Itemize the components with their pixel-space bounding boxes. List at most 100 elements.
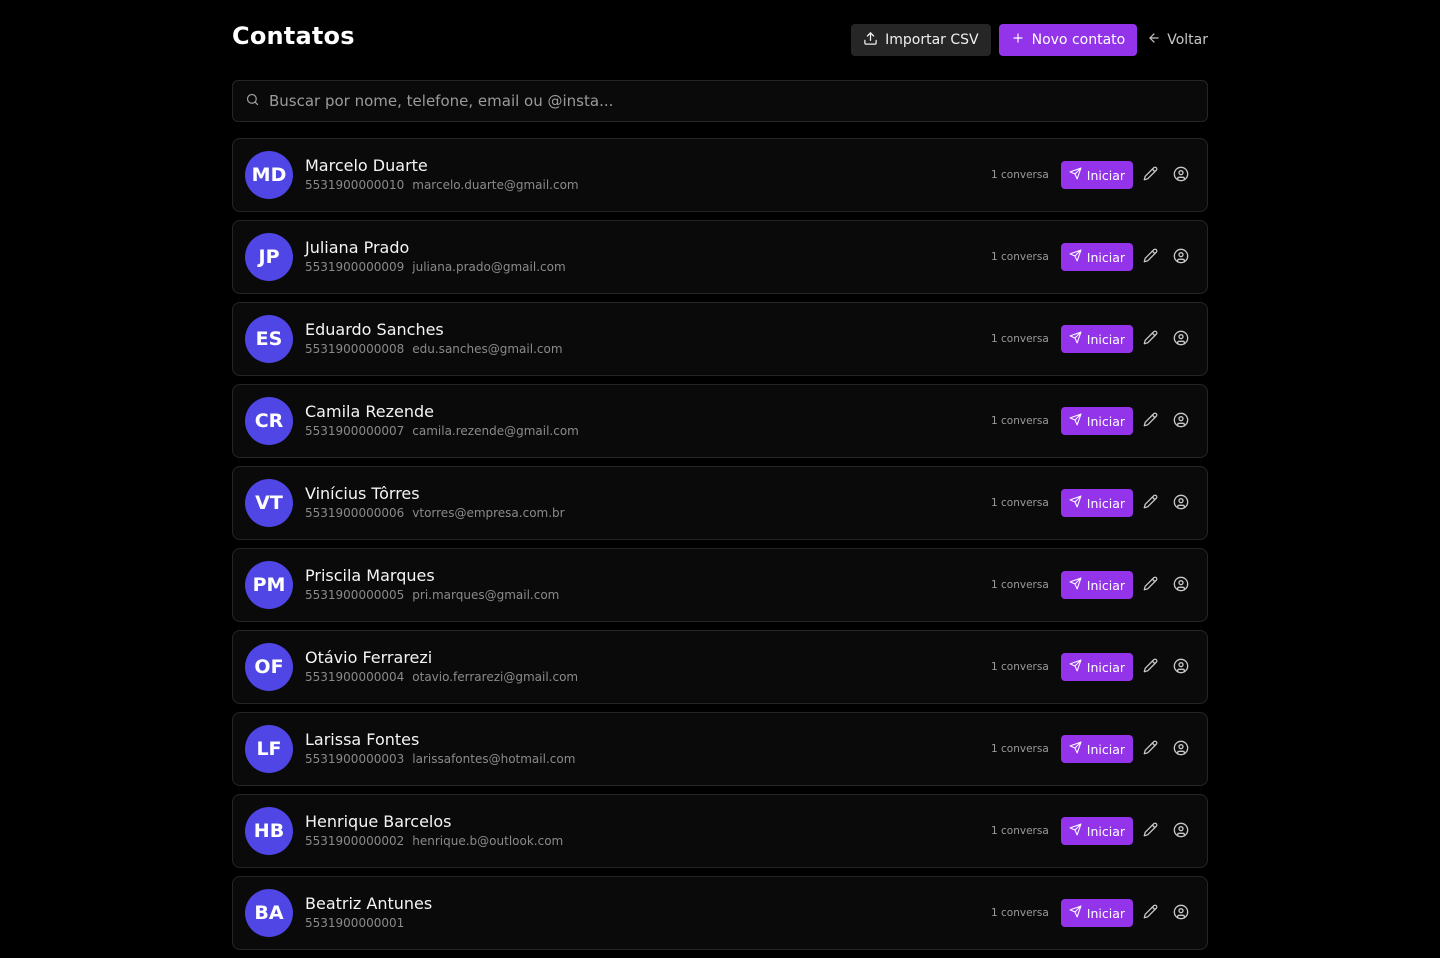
view-profile-button[interactable] <box>1169 327 1193 351</box>
pencil-icon <box>1143 576 1158 594</box>
start-conversation-button[interactable]: Iniciar <box>1060 571 1133 599</box>
edit-contact-button[interactable] <box>1138 245 1162 269</box>
start-label: Iniciar <box>1086 495 1125 511</box>
start-conversation-button[interactable]: Iniciar <box>1060 489 1133 517</box>
edit-contact-button[interactable] <box>1138 327 1162 351</box>
contact-phone: 5531900000002 <box>305 834 405 848</box>
start-label: Iniciar <box>1086 331 1125 347</box>
edit-contact-button[interactable] <box>1138 819 1162 843</box>
contacts-page: Contatos Importar CSV Novo contato Volta… <box>232 0 1208 958</box>
view-profile-button[interactable] <box>1169 819 1193 843</box>
contact-row[interactable]: LF Larissa Fontes 5531900000003 larissafo… <box>232 712 1208 786</box>
contact-info: Priscila Marques 5531900000005 pri.marque… <box>305 566 559 603</box>
contact-name: Henrique Barcelos <box>305 812 452 831</box>
contact-row[interactable]: BA Beatriz Antunes 5531900000001 1 conve… <box>232 876 1208 950</box>
import-csv-button[interactable]: Importar CSV <box>851 24 991 56</box>
view-profile-button[interactable] <box>1169 409 1193 433</box>
contact-row[interactable]: CR Camila Rezende 5531900000007 camila.re… <box>232 384 1208 458</box>
row-actions: 1 conversa Iniciar <box>991 899 1193 927</box>
contact-email: henrique.b@outlook.com <box>412 834 564 848</box>
contact-name: Juliana Prado <box>305 238 410 257</box>
view-profile-button[interactable] <box>1169 737 1193 761</box>
back-label: Voltar <box>1167 32 1208 48</box>
start-label: Iniciar <box>1086 249 1125 265</box>
contact-list: MD Marcelo Duarte 5531900000010 marcelo.d… <box>232 138 1208 950</box>
back-button[interactable]: Voltar <box>1137 24 1208 56</box>
start-conversation-button[interactable]: Iniciar <box>1060 653 1133 681</box>
contact-email: marcelo.duarte@gmail.com <box>412 178 579 192</box>
row-actions: 1 conversa Iniciar <box>991 653 1193 681</box>
view-profile-button[interactable] <box>1169 573 1193 597</box>
conversation-count: 1 conversa <box>991 415 1049 427</box>
start-conversation-button[interactable]: Iniciar <box>1060 325 1133 353</box>
contact-row[interactable]: PM Priscila Marques 5531900000005 pri.mar… <box>232 548 1208 622</box>
view-profile-button[interactable] <box>1169 245 1193 269</box>
send-icon <box>1069 167 1082 183</box>
avatar: VT <box>245 479 293 527</box>
edit-contact-button[interactable] <box>1138 655 1162 679</box>
pencil-icon <box>1143 248 1158 266</box>
contact-row[interactable]: MD Marcelo Duarte 5531900000010 marcelo.d… <box>232 138 1208 212</box>
contact-meta: 5531900000003 larissafontes@hotmail.com <box>305 751 575 767</box>
contact-row[interactable]: VT Vinícius Tôrres 5531900000006 vtorres@… <box>232 466 1208 540</box>
edit-contact-button[interactable] <box>1138 491 1162 515</box>
contact-row[interactable]: OF Otávio Ferrarezi 5531900000004 otavio.… <box>232 630 1208 704</box>
contact-row[interactable]: HB Henrique Barcelos 5531900000002 henriq… <box>232 794 1208 868</box>
contact-meta: 5531900000005 pri.marques@gmail.com <box>305 587 559 603</box>
start-label: Iniciar <box>1086 577 1125 593</box>
avatar-initials: LF <box>256 738 282 760</box>
start-label: Iniciar <box>1086 905 1125 921</box>
contact-info: Marcelo Duarte 5531900000010 marcelo.duar… <box>305 156 579 193</box>
start-conversation-button[interactable]: Iniciar <box>1060 899 1133 927</box>
contact-phone: 5531900000009 <box>305 260 405 274</box>
send-icon <box>1069 823 1082 839</box>
contact-row[interactable]: JP Juliana Prado 5531900000009 juliana.pr… <box>232 220 1208 294</box>
conversation-count: 1 conversa <box>991 825 1049 837</box>
start-conversation-button[interactable]: Iniciar <box>1060 161 1133 189</box>
edit-contact-button[interactable] <box>1138 737 1162 761</box>
user-circle-icon <box>1173 248 1189 267</box>
start-label: Iniciar <box>1086 167 1125 183</box>
search-icon <box>245 92 260 111</box>
avatar-initials: MD <box>251 164 287 186</box>
view-profile-button[interactable] <box>1169 901 1193 925</box>
edit-contact-button[interactable] <box>1138 163 1162 187</box>
view-profile-button[interactable] <box>1169 655 1193 679</box>
header-actions: Importar CSV Novo contato Voltar <box>851 24 1208 56</box>
start-label: Iniciar <box>1086 659 1125 675</box>
start-conversation-button[interactable]: Iniciar <box>1060 817 1133 845</box>
contact-phone: 5531900000007 <box>305 424 405 438</box>
view-profile-button[interactable] <box>1169 163 1193 187</box>
contact-name: Vinícius Tôrres <box>305 484 420 503</box>
avatar-initials: BA <box>254 902 284 924</box>
search-input[interactable] <box>260 81 1207 121</box>
send-icon <box>1069 495 1082 511</box>
view-profile-button[interactable] <box>1169 491 1193 515</box>
conversation-count: 1 conversa <box>991 251 1049 263</box>
start-conversation-button[interactable]: Iniciar <box>1060 407 1133 435</box>
contact-info: Vinícius Tôrres 5531900000006 vtorres@emp… <box>305 484 565 521</box>
edit-contact-button[interactable] <box>1138 409 1162 433</box>
conversation-count: 1 conversa <box>991 333 1049 345</box>
pencil-icon <box>1143 904 1158 922</box>
edit-contact-button[interactable] <box>1138 573 1162 597</box>
contact-name: Larissa Fontes <box>305 730 420 749</box>
send-icon <box>1069 249 1082 265</box>
contact-row[interactable]: ES Eduardo Sanches 5531900000008 edu.sanc… <box>232 302 1208 376</box>
row-actions: 1 conversa Iniciar <box>991 325 1193 353</box>
user-circle-icon <box>1173 494 1189 513</box>
row-actions: 1 conversa Iniciar <box>991 243 1193 271</box>
contact-phone: 5531900000004 <box>305 670 405 684</box>
edit-contact-button[interactable] <box>1138 901 1162 925</box>
user-circle-icon <box>1173 412 1189 431</box>
arrow-left-icon <box>1147 31 1161 49</box>
pencil-icon <box>1143 412 1158 430</box>
new-contact-button[interactable]: Novo contato <box>998 24 1138 56</box>
pencil-icon <box>1143 658 1158 676</box>
start-conversation-button[interactable]: Iniciar <box>1060 243 1133 271</box>
conversation-count: 1 conversa <box>991 661 1049 673</box>
send-icon <box>1069 413 1082 429</box>
pencil-icon <box>1143 494 1158 512</box>
start-conversation-button[interactable]: Iniciar <box>1060 735 1133 763</box>
contact-name: Beatriz Antunes <box>305 894 433 913</box>
